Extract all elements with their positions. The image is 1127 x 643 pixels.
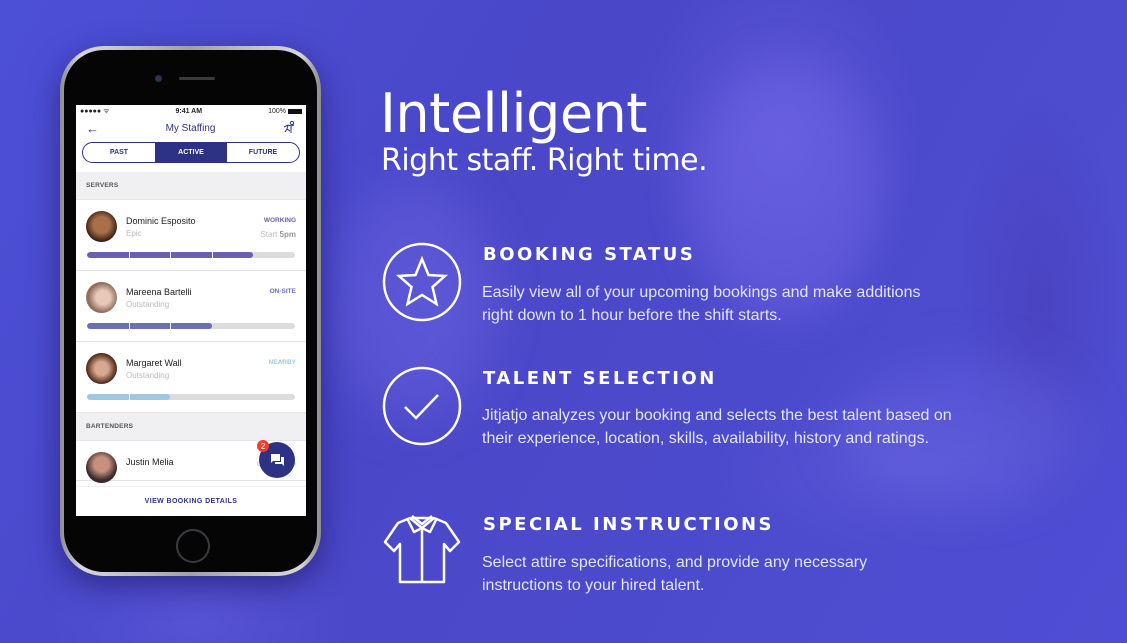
earpiece-speaker <box>179 77 215 80</box>
tab-future[interactable]: FUTURE <box>227 143 299 162</box>
section-header-bartenders: BARTENDERS <box>76 413 306 441</box>
progress-fill <box>87 394 171 400</box>
unread-badge: 2 <box>257 440 269 452</box>
phone-mockup: ●●●●● ᯤ 9:41 AM 100% ← My Staffing PAST … <box>60 46 321 576</box>
staff-rating: Epic <box>126 229 142 238</box>
avatar <box>86 452 117 483</box>
staff-row[interactable]: Margaret Wall Outstanding NEARBY <box>76 342 306 413</box>
booking-tabs: PAST ACTIVE FUTURE <box>82 142 300 163</box>
status-badge: WORKING <box>263 217 296 224</box>
feature-title: SPECIAL INSTRUCTIONS <box>483 514 775 535</box>
home-button <box>176 529 210 563</box>
status-bar: ●●●●● ᯤ 9:41 AM 100% <box>76 105 306 118</box>
staff-row[interactable]: Dominic Esposito Epic WORKING Start 5pm <box>76 200 306 271</box>
progress-segment-divider <box>128 252 130 258</box>
feature-description: Select attire specifications, and provid… <box>482 554 868 594</box>
progress-segment-divider <box>170 323 172 329</box>
staff-name: Mareena Bartelli <box>126 287 192 297</box>
back-arrow-icon[interactable]: ← <box>86 121 99 136</box>
phone-screen: ●●●●● ᯤ 9:41 AM 100% ← My Staffing PAST … <box>76 105 306 516</box>
progress-fill <box>87 323 212 329</box>
staff-filter-icon[interactable] <box>282 120 296 137</box>
staff-name: Dominic Esposito <box>126 216 196 226</box>
tab-active[interactable]: ACTIVE <box>155 143 227 162</box>
staff-name: Margaret Wall <box>126 358 182 368</box>
feature-title: BOOKING STATUS <box>483 244 696 265</box>
section-header-servers: SERVERS <box>76 172 306 200</box>
status-time: 9:41 AM <box>175 108 203 115</box>
progress-segment-divider <box>128 323 130 329</box>
feature-description: Jitjatjo analyzes your booking and selec… <box>482 407 952 447</box>
progress-bar <box>87 323 295 329</box>
tab-past[interactable]: PAST <box>83 143 155 162</box>
progress-segment-divider <box>170 252 172 258</box>
staff-rating: Outstanding <box>126 300 170 309</box>
progress-fill <box>87 252 254 258</box>
progress-segment-divider <box>211 252 213 258</box>
status-badge: NEARBY <box>268 359 296 366</box>
hero-subtitle: Right staff. Right time. <box>381 143 708 178</box>
avatar <box>86 353 117 384</box>
start-time: Start 5pm <box>260 230 296 239</box>
signal-indicator: ●●●●● ᯤ <box>80 108 110 115</box>
screen-title: My Staffing <box>165 122 216 134</box>
checkmark-icon <box>382 366 462 446</box>
status-badge: ON-SITE <box>269 288 296 295</box>
nav-bar: ← My Staffing <box>76 118 306 138</box>
battery-indicator: 100% <box>268 108 302 115</box>
staff-row[interactable]: Mareena Bartelli Outstanding ON-SITE <box>76 271 306 342</box>
chat-icon <box>270 454 284 466</box>
feature-title: TALENT SELECTION <box>483 368 717 389</box>
view-booking-details-button[interactable]: VIEW BOOKING DETAILS <box>76 486 306 516</box>
staff-rating: Outstanding <box>126 371 170 380</box>
avatar <box>86 211 117 242</box>
feature-description: Easily view all of your upcoming booking… <box>482 284 921 324</box>
progress-bar <box>87 252 295 258</box>
staff-name: Justin Melia <box>126 457 174 467</box>
shirt-icon <box>382 514 462 594</box>
progress-segment-divider <box>128 394 130 400</box>
front-camera <box>155 75 162 82</box>
avatar <box>86 282 117 313</box>
star-icon <box>382 242 462 322</box>
hero-title: Intelligent <box>380 82 647 145</box>
battery-icon <box>287 108 302 114</box>
progress-bar <box>87 394 295 400</box>
